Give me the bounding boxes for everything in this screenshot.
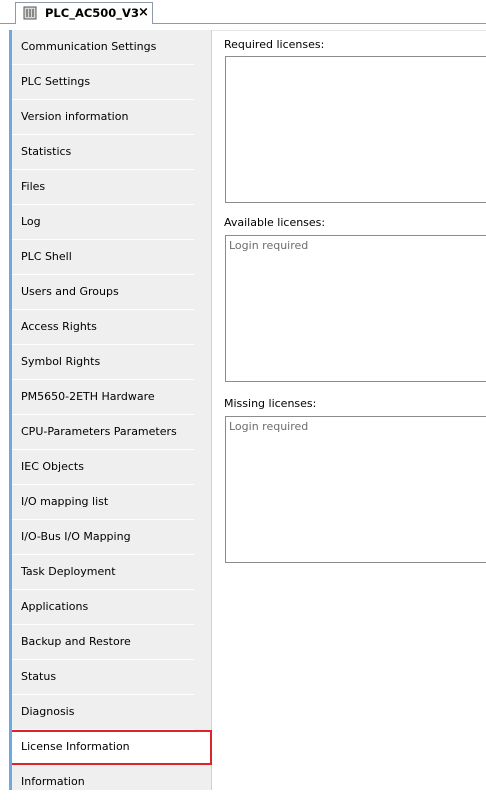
sidebar-item-license-information[interactable]: License Information bbox=[9, 730, 212, 765]
sidebar-item-backup-and-restore[interactable]: Backup and Restore bbox=[12, 625, 194, 660]
sidebar-item-label: PLC Shell bbox=[21, 250, 72, 263]
sidebar-item-label: Applications bbox=[21, 600, 89, 613]
sidebar-item-label: License Information bbox=[21, 740, 130, 753]
sidebar-item-plc-shell[interactable]: PLC Shell bbox=[12, 240, 194, 275]
sidebar-item-label: Status bbox=[21, 670, 57, 683]
sidebar-item-statistics[interactable]: Statistics bbox=[12, 135, 194, 170]
sidebar-item-label: Statistics bbox=[21, 145, 72, 158]
sidebar-item-label: Version information bbox=[21, 110, 129, 123]
sidebar-item-label: I/O-Bus I/O Mapping bbox=[21, 530, 131, 543]
tab-plc-ac500-v3[interactable]: PLC_AC500_V3 × bbox=[15, 2, 153, 24]
sidebar-item-status[interactable]: Status bbox=[12, 660, 194, 695]
panel-divider bbox=[212, 30, 486, 31]
available-licenses-list[interactable]: Login required bbox=[225, 235, 486, 382]
available-licenses-label: Available licenses: bbox=[224, 216, 326, 229]
sidebar-item-label: Files bbox=[21, 180, 46, 193]
sidebar-item-label: Information bbox=[21, 775, 85, 788]
sidebar-item-log[interactable]: Log bbox=[12, 205, 194, 240]
missing-licenses-label: Missing licenses: bbox=[224, 397, 317, 410]
sidebar-item-label: CPU-Parameters Parameters bbox=[21, 425, 177, 438]
sidebar-item-information[interactable]: Information bbox=[12, 765, 194, 800]
sidebar-item-cpu-parameters[interactable]: CPU-Parameters Parameters bbox=[12, 415, 194, 450]
sidebar-item-applications[interactable]: Applications bbox=[12, 590, 194, 625]
sidebar-item-label: PLC Settings bbox=[21, 75, 91, 88]
sidebar-item-task-deployment[interactable]: Task Deployment bbox=[12, 555, 194, 590]
sidebar-accent-edge bbox=[9, 30, 12, 790]
sidebar-item-label: IEC Objects bbox=[21, 460, 84, 473]
sidebar-item-access-rights[interactable]: Access Rights bbox=[12, 310, 194, 345]
sidebar-item-communication-settings[interactable]: Communication Settings bbox=[12, 30, 194, 65]
available-licenses-content: Login required bbox=[229, 239, 309, 252]
tab-title: PLC_AC500_V3 bbox=[45, 6, 139, 20]
device-editor-sidebar: Communication Settings PLC Settings Vers… bbox=[9, 30, 212, 800]
sidebar-item-label: Users and Groups bbox=[21, 285, 119, 298]
sidebar-item-version-information[interactable]: Version information bbox=[12, 100, 194, 135]
missing-licenses-list[interactable]: Login required bbox=[225, 416, 486, 563]
sidebar-item-label: Log bbox=[21, 215, 41, 228]
sidebar-item-io-bus-mapping[interactable]: I/O-Bus I/O Mapping bbox=[12, 520, 194, 555]
sidebar-item-label: Symbol Rights bbox=[21, 355, 101, 368]
sidebar-item-symbol-rights[interactable]: Symbol Rights bbox=[12, 345, 194, 380]
missing-licenses-content: Login required bbox=[229, 420, 309, 433]
sidebar-item-users-and-groups[interactable]: Users and Groups bbox=[12, 275, 194, 310]
sidebar-item-io-mapping-list[interactable]: I/O mapping list bbox=[12, 485, 194, 520]
sidebar-item-label: PM5650-2ETH Hardware bbox=[21, 390, 155, 403]
sidebar-item-label: Diagnosis bbox=[21, 705, 75, 718]
sidebar-item-plc-settings[interactable]: PLC Settings bbox=[12, 65, 194, 100]
sidebar-item-label: Communication Settings bbox=[21, 40, 157, 53]
sidebar-item-pm5650-hardware[interactable]: PM5650-2ETH Hardware bbox=[12, 380, 194, 415]
sidebar-item-label: Access Rights bbox=[21, 320, 97, 333]
close-icon[interactable]: × bbox=[138, 4, 149, 22]
sidebar-item-iec-objects[interactable]: IEC Objects bbox=[12, 450, 194, 485]
required-licenses-label: Required licenses: bbox=[224, 38, 325, 51]
sidebar-item-label: Backup and Restore bbox=[21, 635, 131, 648]
device-icon bbox=[23, 6, 37, 20]
sidebar-item-label: I/O mapping list bbox=[21, 495, 109, 508]
sidebar-item-diagnosis[interactable]: Diagnosis bbox=[12, 695, 194, 730]
editor-tabstrip: PLC_AC500_V3 × bbox=[0, 0, 486, 24]
sidebar-item-label: Task Deployment bbox=[21, 565, 116, 578]
required-licenses-list[interactable] bbox=[225, 56, 486, 203]
sidebar-item-files[interactable]: Files bbox=[12, 170, 194, 205]
